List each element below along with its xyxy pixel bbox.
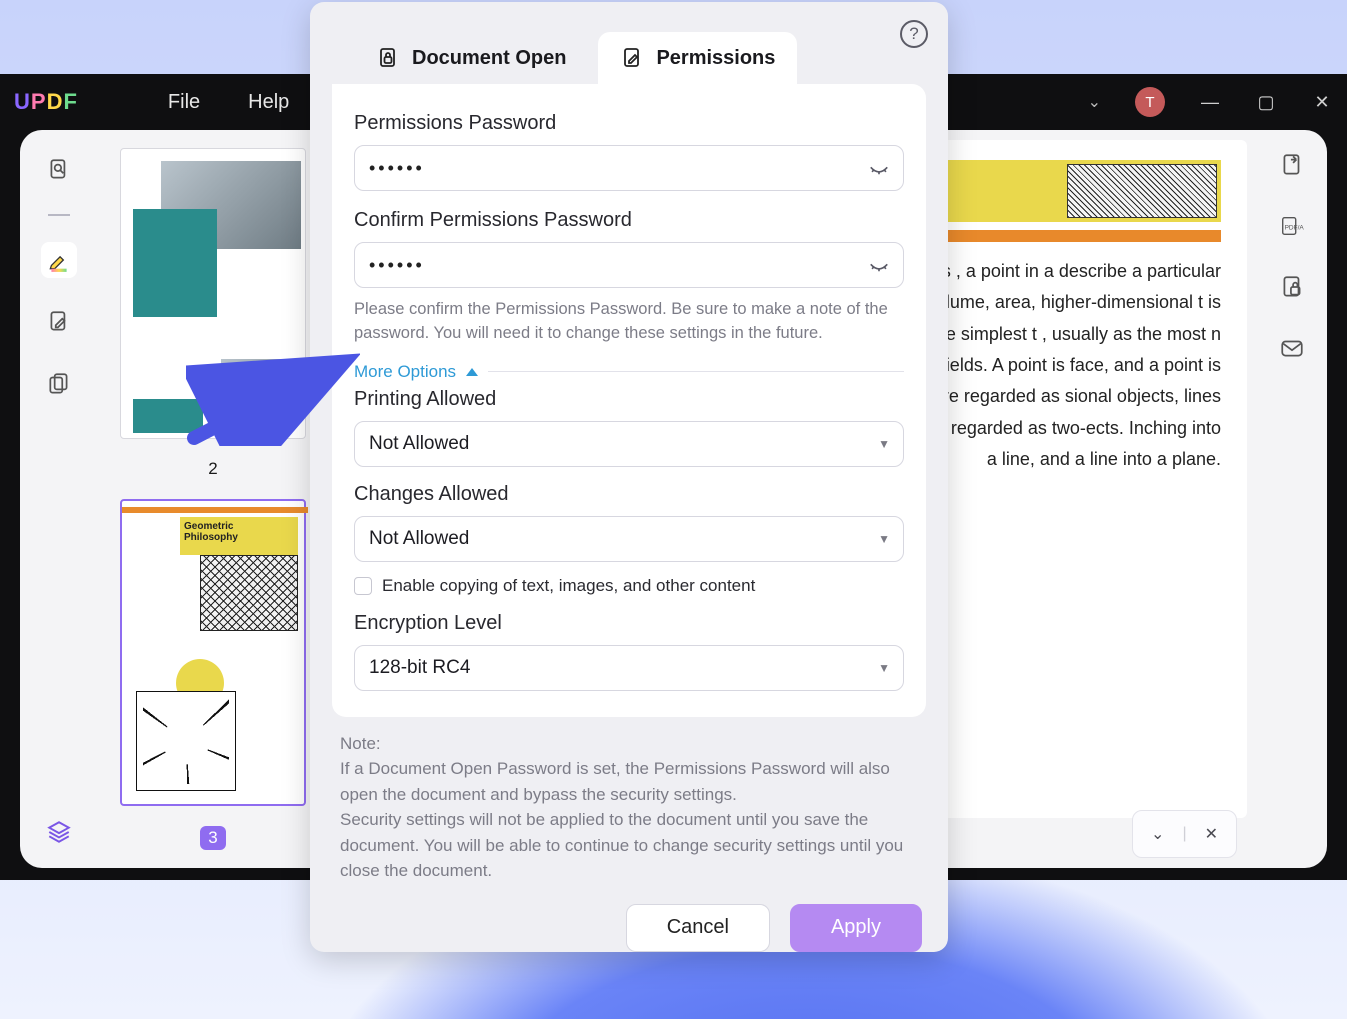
permissions-password-label: Permissions Password bbox=[354, 112, 904, 135]
printing-allowed-select[interactable]: Not Allowed ▼ bbox=[354, 421, 904, 467]
permissions-card: Permissions Password Confirm Permissions… bbox=[332, 84, 926, 717]
encryption-level-label: Encryption Level bbox=[354, 612, 904, 635]
left-tool-rail bbox=[20, 130, 98, 868]
note-title: Note: bbox=[340, 731, 918, 757]
window-minimize-icon[interactable]: — bbox=[1199, 92, 1221, 113]
menu-bar: File Help bbox=[168, 91, 289, 114]
pages-icon[interactable] bbox=[41, 366, 77, 402]
thumbnail-page-3[interactable]: Geometric Philosophy bbox=[120, 499, 306, 806]
tab-document-open-label: Document Open bbox=[412, 47, 566, 70]
security-dialog: ? Document Open Permissions Permissions … bbox=[310, 2, 948, 952]
pdfa-icon[interactable]: PDF/A bbox=[1279, 213, 1305, 244]
dialog-tabs: Document Open Permissions bbox=[310, 2, 948, 84]
printing-allowed-label: Printing Allowed bbox=[354, 388, 904, 411]
caret-down-icon: ▼ bbox=[878, 532, 890, 546]
separator bbox=[48, 214, 70, 216]
menu-help[interactable]: Help bbox=[248, 91, 289, 114]
layers-icon[interactable] bbox=[41, 814, 77, 850]
dialog-note: Note: If a Document Open Password is set… bbox=[310, 717, 948, 884]
lock-page-icon bbox=[376, 46, 400, 70]
view-bottom-bar: ⌄ | ✕ bbox=[1132, 810, 1237, 858]
encryption-level-value: 128-bit RC4 bbox=[369, 657, 470, 679]
thumbnail-number-2: 2 bbox=[208, 459, 217, 479]
svg-text:PDF/A: PDF/A bbox=[1285, 225, 1305, 232]
encryption-level-select[interactable]: 128-bit RC4 ▼ bbox=[354, 645, 904, 691]
edit-page-icon[interactable] bbox=[41, 304, 77, 340]
changes-allowed-label: Changes Allowed bbox=[354, 483, 904, 506]
thumbnail-number-3: 3 bbox=[200, 826, 226, 850]
apply-button[interactable]: Apply bbox=[790, 904, 922, 952]
confirm-password-input[interactable] bbox=[354, 242, 904, 288]
more-options-label: More Options bbox=[354, 362, 456, 382]
export-page-icon[interactable] bbox=[1279, 152, 1305, 183]
eye-icon[interactable] bbox=[868, 252, 890, 279]
note-body: If a Document Open Password is set, the … bbox=[340, 756, 918, 884]
caret-down-icon: ▼ bbox=[878, 661, 890, 675]
enable-copying-label: Enable copying of text, images, and othe… bbox=[382, 576, 755, 596]
mail-icon[interactable] bbox=[1279, 335, 1305, 366]
right-tool-rail: PDF/A bbox=[1257, 130, 1327, 868]
pen-page-icon bbox=[620, 46, 644, 70]
close-panel-icon[interactable]: ✕ bbox=[1205, 824, 1218, 844]
search-page-icon[interactable] bbox=[41, 152, 77, 188]
caret-down-icon: ▼ bbox=[878, 437, 890, 451]
tab-document-open[interactable]: Document Open bbox=[354, 32, 588, 84]
avatar[interactable]: T bbox=[1135, 87, 1165, 117]
thumb-title: Geometric Philosophy bbox=[180, 517, 298, 555]
printing-allowed-value: Not Allowed bbox=[369, 433, 469, 455]
thumbnail-page-2[interactable] bbox=[120, 148, 306, 439]
enable-copying-checkbox[interactable]: Enable copying of text, images, and othe… bbox=[354, 576, 904, 596]
help-icon[interactable]: ? bbox=[900, 20, 928, 48]
triangle-up-icon bbox=[466, 368, 478, 376]
eye-icon[interactable] bbox=[868, 155, 890, 182]
chevron-down-icon[interactable]: ⌄ bbox=[1088, 92, 1101, 112]
highlighter-icon[interactable] bbox=[41, 242, 77, 278]
checkbox-box bbox=[354, 577, 372, 595]
cancel-button[interactable]: Cancel bbox=[626, 904, 770, 952]
changes-allowed-value: Not Allowed bbox=[369, 528, 469, 550]
confirm-password-hint: Please confirm the Permissions Password.… bbox=[354, 298, 904, 346]
menu-file[interactable]: File bbox=[168, 91, 200, 114]
tab-permissions[interactable]: Permissions bbox=[598, 32, 797, 84]
permissions-password-input[interactable] bbox=[354, 145, 904, 191]
dialog-actions: Cancel Apply bbox=[310, 884, 948, 976]
protect-page-icon[interactable] bbox=[1279, 274, 1305, 305]
confirm-password-label: Confirm Permissions Password bbox=[354, 209, 904, 232]
window-maximize-icon[interactable]: ▢ bbox=[1255, 92, 1277, 113]
window-close-icon[interactable]: ✕ bbox=[1311, 92, 1333, 113]
thumbnail-panel: 2 Geometric Philosophy 3 bbox=[98, 130, 328, 868]
more-options-toggle[interactable]: More Options bbox=[354, 362, 904, 382]
collapse-icon[interactable]: ⌄ bbox=[1151, 824, 1164, 844]
app-logo: UPDF bbox=[14, 89, 78, 115]
tab-permissions-label: Permissions bbox=[656, 47, 775, 70]
changes-allowed-select[interactable]: Not Allowed ▼ bbox=[354, 516, 904, 562]
